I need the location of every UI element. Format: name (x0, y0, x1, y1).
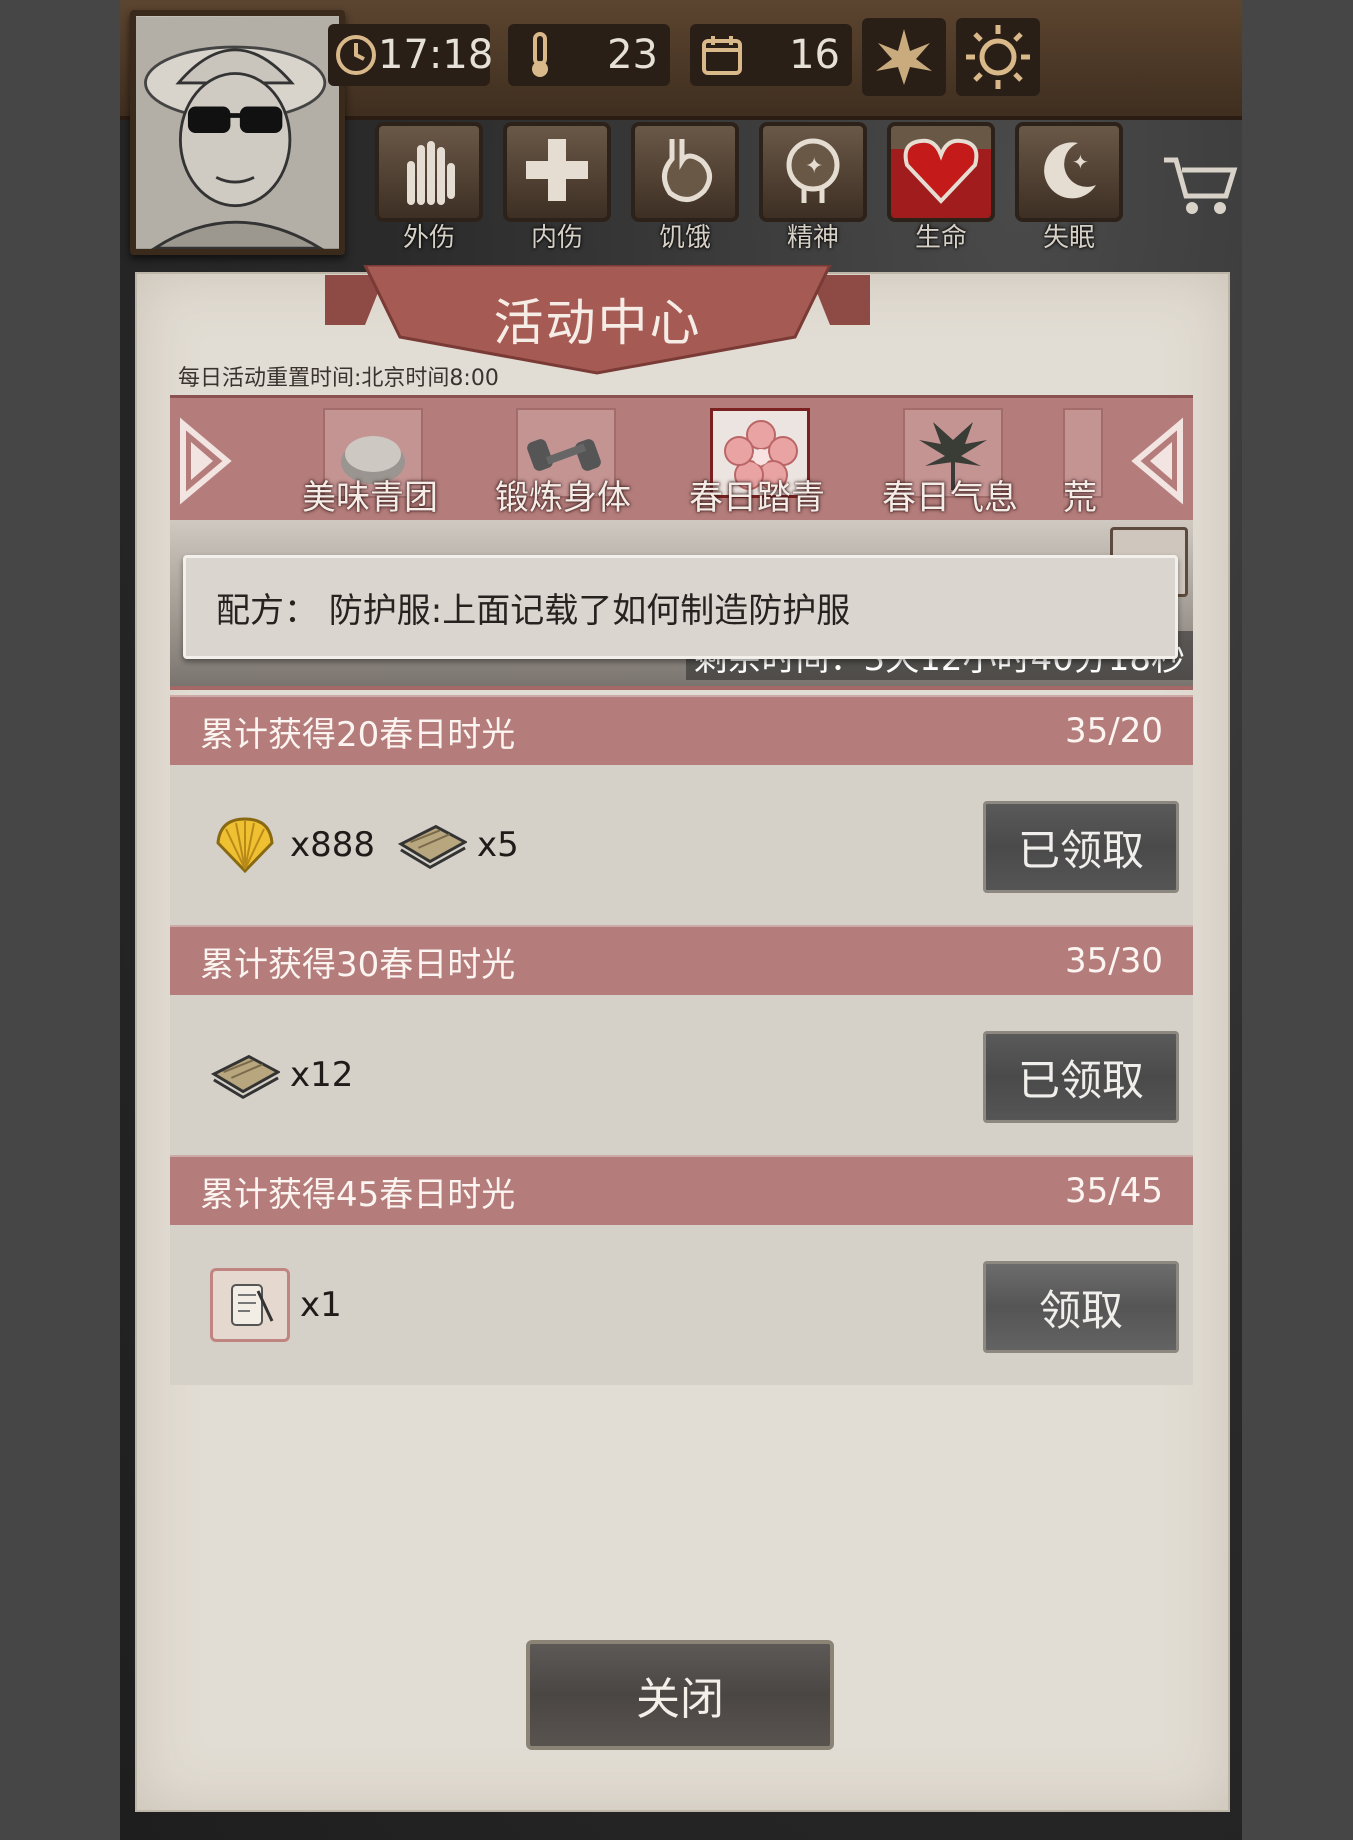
reward-item[interactable]: x12 (210, 1043, 353, 1107)
close-button[interactable]: 关闭 (526, 1640, 834, 1750)
status-label: 饥饿 (658, 223, 711, 253)
tab-partial-right[interactable]: 荒 (1063, 398, 1103, 523)
calendar-icon (696, 29, 748, 81)
status-label: 生命 (914, 223, 967, 253)
reward-qty: x1 (300, 1285, 342, 1325)
task-header: 累计获得45春日时光 35/45 (170, 1155, 1193, 1225)
tabs-scroll-right-arrow[interactable] (1123, 406, 1193, 516)
reward-item[interactable]: x888 (210, 813, 375, 877)
status-label: 失眠 (1042, 223, 1095, 253)
thermometer-icon (514, 29, 566, 81)
reward-list: x888 x5 (210, 813, 519, 877)
svg-text:✦: ✦ (805, 154, 823, 179)
panel-title-ribbon: 活动中心 (325, 265, 870, 375)
wood-planks-icon (397, 813, 468, 877)
hand-icon (397, 135, 461, 209)
character-portrait[interactable] (130, 10, 345, 255)
claimed-button[interactable]: 已领取 (983, 1031, 1179, 1123)
task-row: 累计获得20春日时光 35/20 x888 x5 已领取 (170, 695, 1193, 925)
tab-label: ​ (230, 479, 260, 519)
svg-text:✦: ✦ (1072, 150, 1089, 174)
reward-qty: x5 (477, 825, 519, 865)
stomach-icon (652, 135, 718, 209)
status-label: 精神 (786, 223, 839, 253)
temperature-display: 23 (508, 24, 670, 86)
status-internal-injury[interactable]: 内伤 (498, 122, 616, 262)
task-progress: 35/20 (1065, 711, 1163, 751)
tooltip-text: 配方： 防护服:上面记载了如何制造防护服 (216, 590, 851, 631)
tab-tasty-qingtuan[interactable]: 美味青团 (295, 398, 445, 523)
status-label: 内伤 (530, 223, 583, 253)
tab-spring-outing[interactable]: 春日踏青 (682, 398, 832, 523)
task-progress: 35/30 (1065, 941, 1163, 981)
task-title: 累计获得45春日时光 (200, 1174, 516, 1215)
status-insomnia[interactable]: ✦ 失眠 (1010, 122, 1128, 262)
tab-label: 春日踏青 (689, 478, 825, 518)
clock-display: 17:18 (328, 24, 493, 86)
status-label: 外伤 (402, 223, 455, 253)
task-header: 累计获得30春日时光 35/30 (170, 925, 1193, 995)
task-title: 累计获得20春日时光 (200, 714, 516, 755)
moon-icon: ✦ (1034, 135, 1104, 209)
heart-icon (901, 135, 981, 209)
item-tooltip: 配方： 防护服:上面记载了如何制造防护服 (183, 555, 1178, 659)
reward-qty: x12 (290, 1055, 354, 1095)
recipe-scroll-icon (210, 1268, 290, 1342)
task-header: 累计获得20春日时光 35/20 (170, 695, 1193, 765)
task-row: 累计获得45春日时光 35/45 x1 领取 (170, 1155, 1193, 1385)
reward-item[interactable]: x5 (397, 813, 519, 877)
reward-list: x1 (210, 1268, 342, 1342)
task-body: x1 领取 (170, 1225, 1193, 1385)
task-row: 累计获得30春日时光 35/30 x12 已领取 (170, 925, 1193, 1155)
shop-cart-icon[interactable] (1160, 150, 1240, 220)
claim-button[interactable]: 领取 (983, 1261, 1179, 1353)
tab-exercise[interactable]: 锻炼身体 (488, 398, 638, 523)
task-progress: 35/45 (1065, 1171, 1163, 1211)
activity-tab-bar: ​ 美味青团 锻炼身体 春日踏青 春日气息 荒 (170, 395, 1193, 520)
task-body: x12 已领取 (170, 995, 1193, 1155)
character-portrait-icon (136, 16, 339, 249)
reward-list: x12 (210, 1043, 353, 1107)
status-health[interactable]: 生命 (882, 122, 1000, 262)
wood-planks-icon (210, 1043, 280, 1107)
claimed-button[interactable]: 已领取 (983, 801, 1179, 893)
tab-label: 锻炼身体 (495, 478, 631, 518)
task-body: x888 x5 已领取 (170, 765, 1193, 925)
tab-partial-left[interactable]: ​ (230, 398, 260, 523)
clock-value: 17:18 (378, 32, 494, 78)
head-icon: ✦ (780, 135, 846, 209)
reward-qty: x888 (290, 825, 376, 865)
clock-icon (334, 29, 378, 81)
day-value: 16 (789, 32, 840, 78)
sun-icon[interactable] (956, 18, 1040, 96)
day-display: 16 (690, 24, 852, 86)
status-mind[interactable]: ✦ 精神 (754, 122, 872, 262)
cross-icon (522, 135, 592, 209)
tab-label: 美味青团 (302, 478, 438, 518)
status-indicators: 外伤 内伤 饥饿 ✦ 精神 生命 ✦ 失眠 (370, 122, 1128, 262)
tab-label: 荒 (1063, 478, 1097, 518)
tab-label: 春日气息 (882, 478, 1018, 518)
panel-title: 活动中心 (493, 294, 702, 352)
shell-icon (210, 813, 280, 877)
status-hunger[interactable]: 饥饿 (626, 122, 744, 262)
daily-reset-note: 每日活动重置时间:北京时间8:00 (178, 366, 499, 391)
reward-item[interactable]: x1 (210, 1268, 342, 1342)
task-title: 累计获得30春日时光 (200, 944, 516, 985)
status-external-injury[interactable]: 外伤 (370, 122, 488, 262)
leaf-icon[interactable] (862, 18, 946, 96)
tab-spring-breath[interactable]: 春日气息 (875, 398, 1025, 523)
temperature-value: 23 (607, 32, 658, 78)
